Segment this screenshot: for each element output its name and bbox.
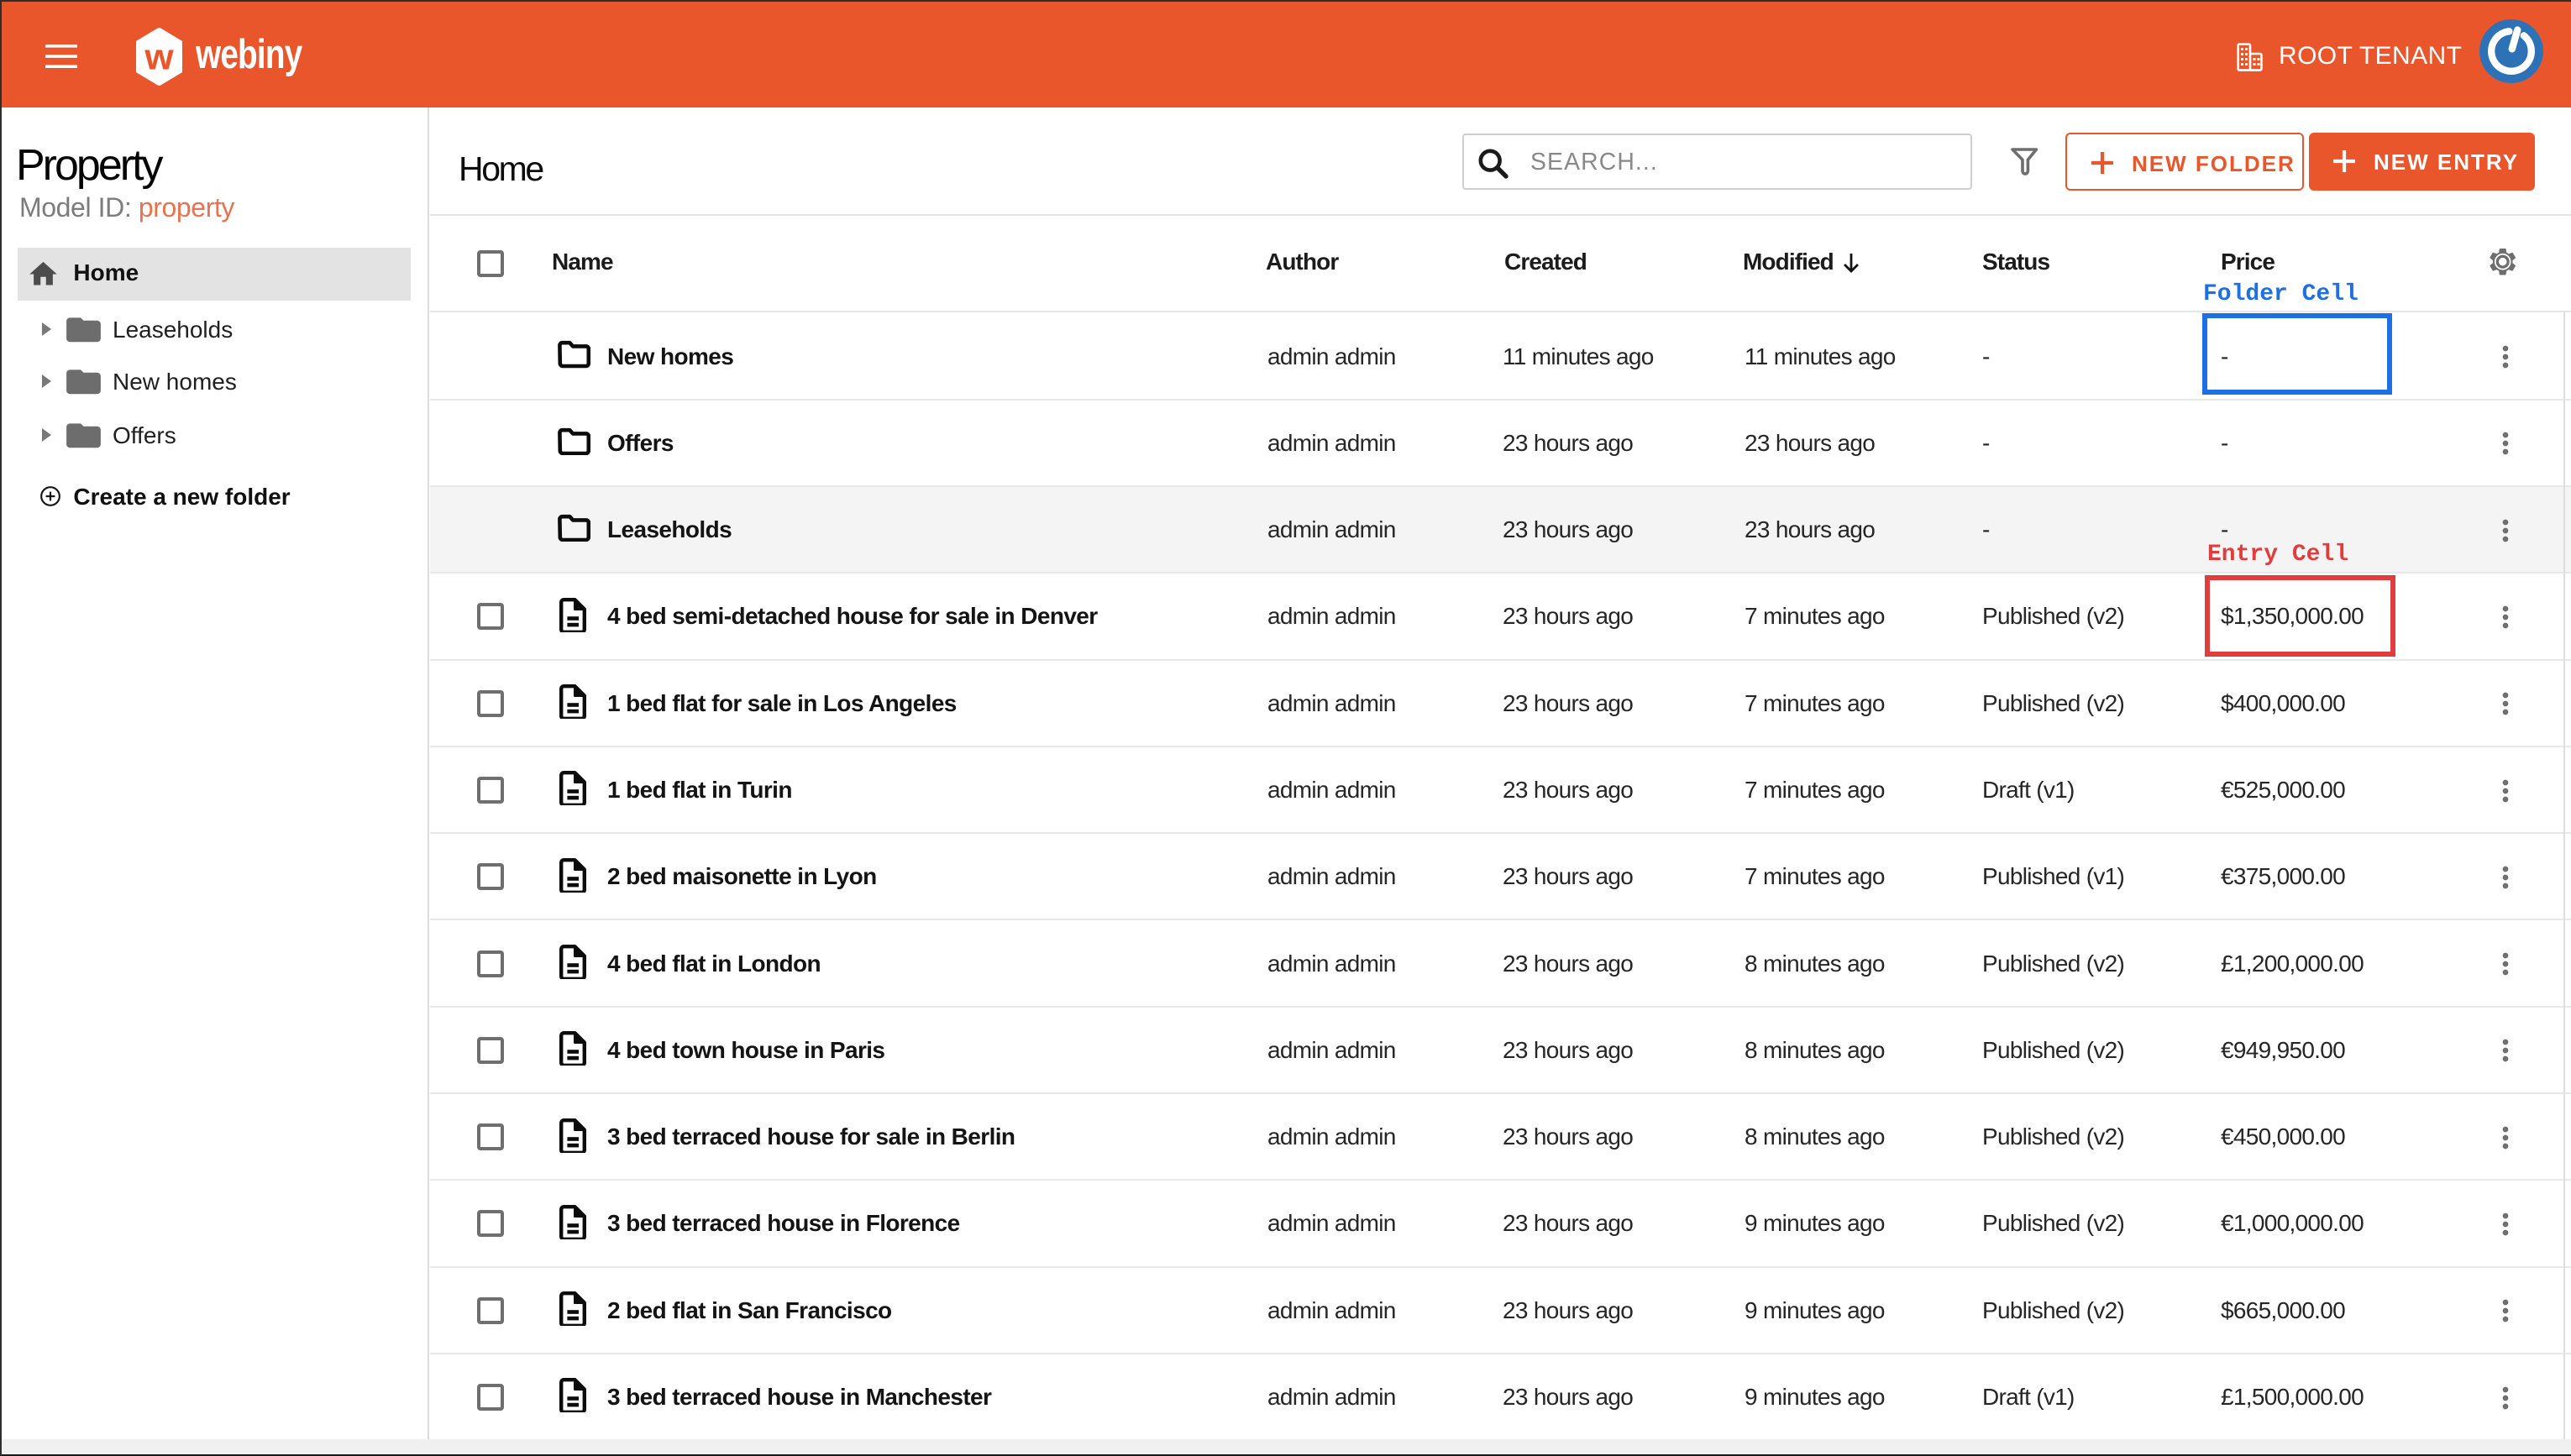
svg-text:w: w	[144, 37, 174, 78]
